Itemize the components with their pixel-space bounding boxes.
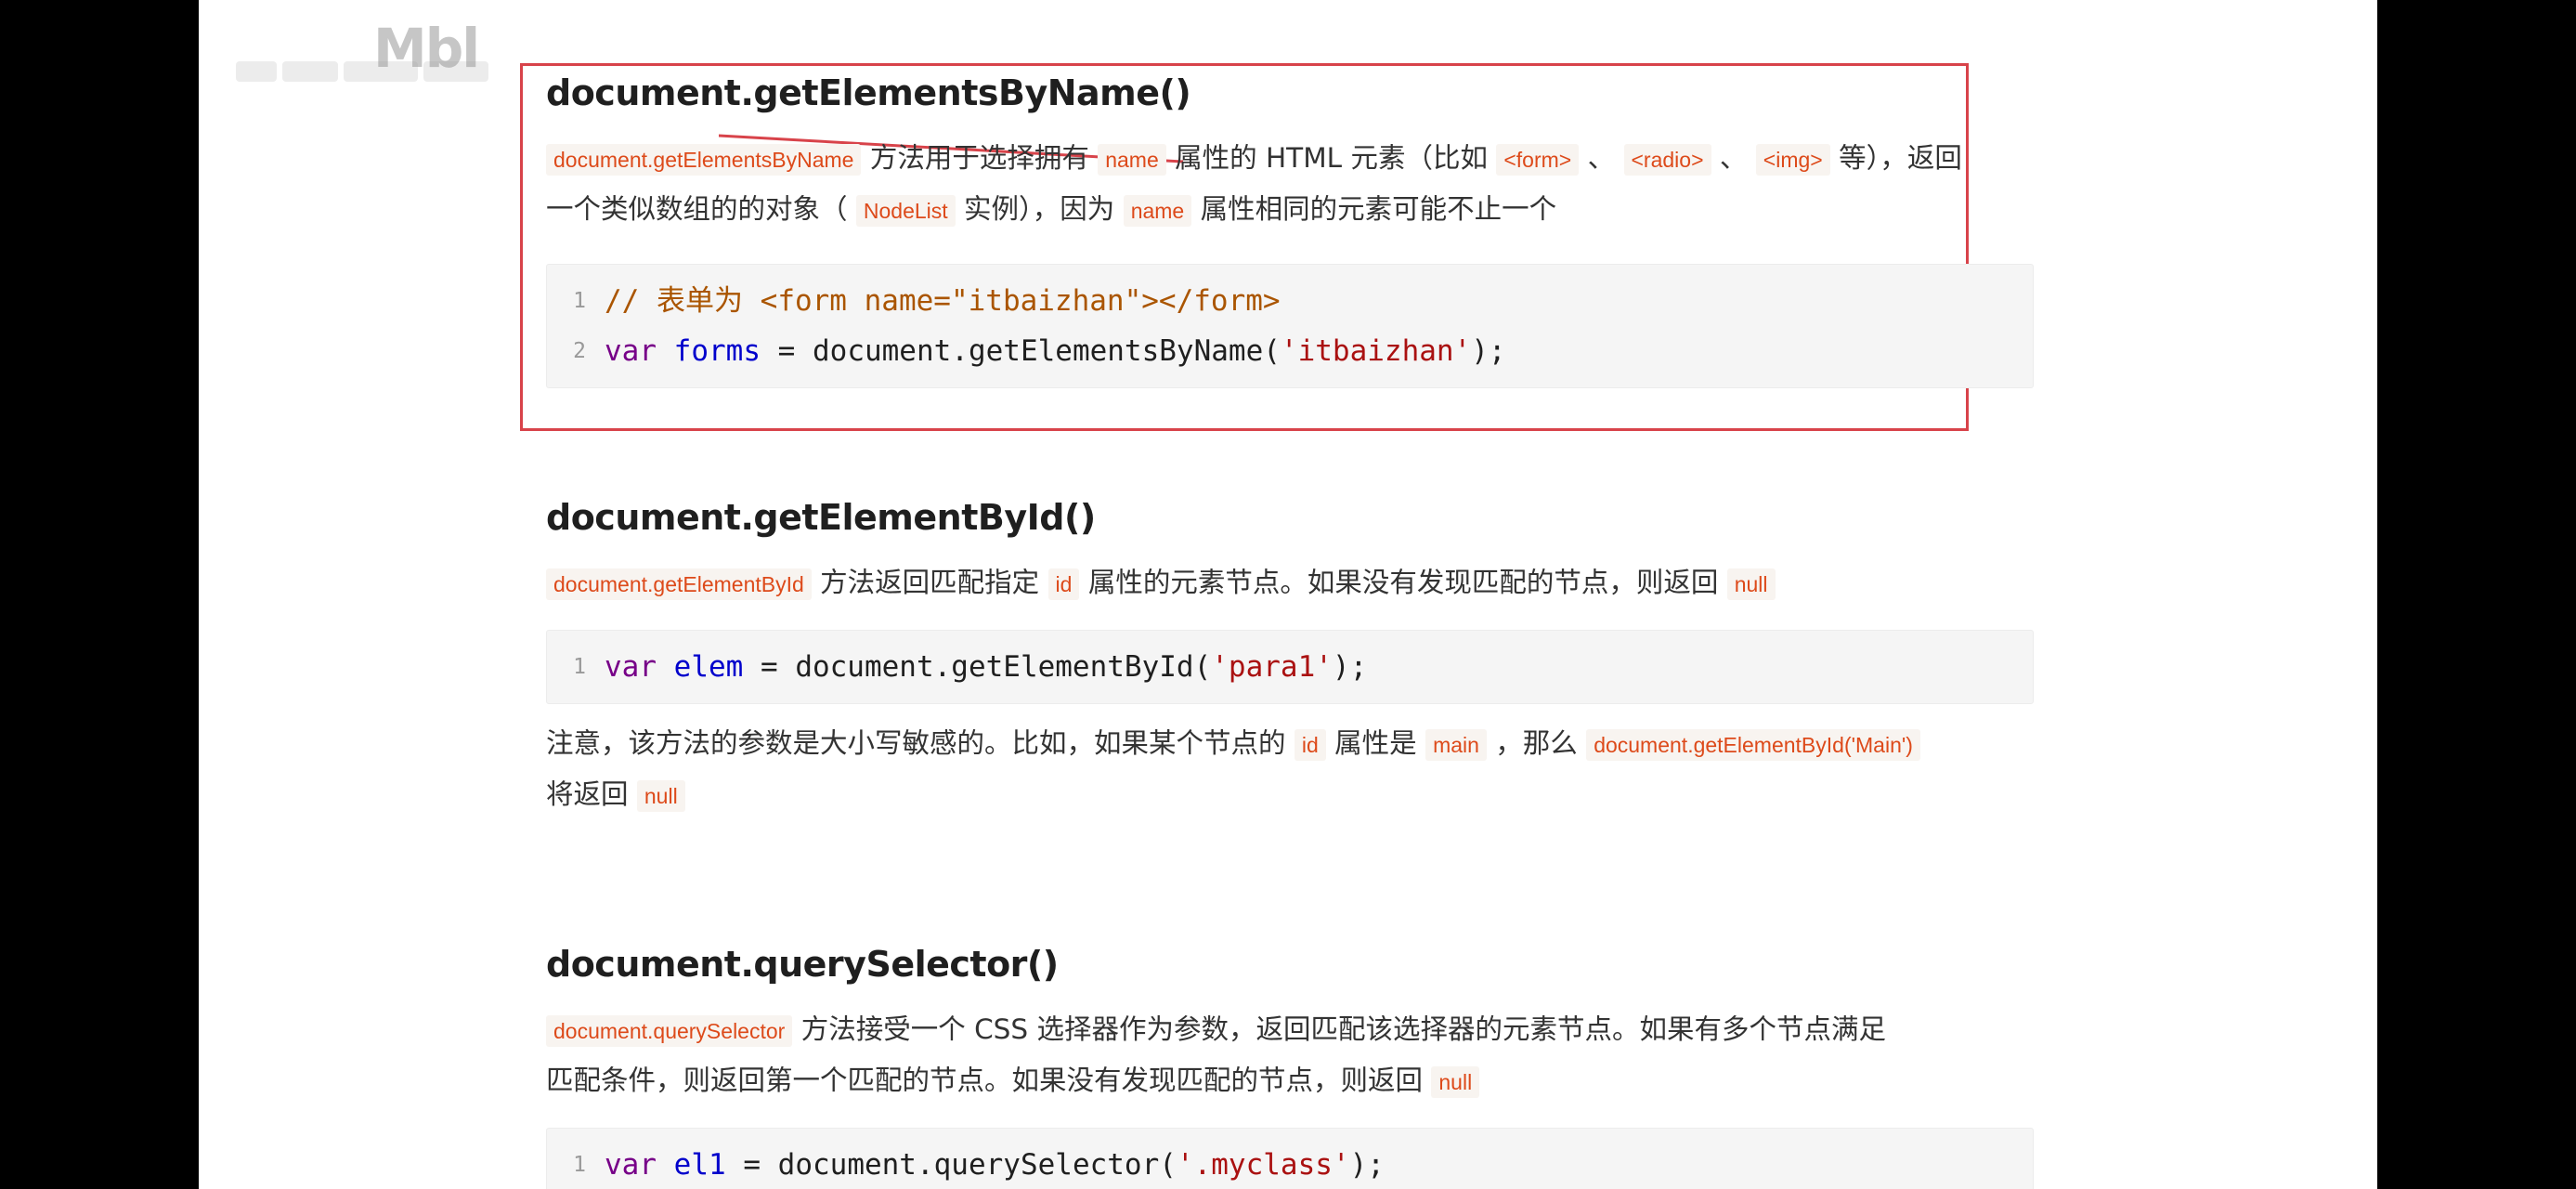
code-text: var forms = document.getElementsByName('… xyxy=(605,326,1506,376)
desc-line: document.querySelector 方法接受一个 CSS 选择器作为参… xyxy=(546,1013,1886,1047)
code-line: 2 var forms = document.getElementsByName(… xyxy=(547,326,2033,376)
code-block: 1 var el1 = document.querySelector('.mycl… xyxy=(546,1128,2034,1189)
section-desc: document.getElementById 方法返回匹配指定 id 属性的元… xyxy=(546,558,2032,609)
code-token: elem xyxy=(673,650,744,684)
code-token: forms xyxy=(673,334,761,368)
inline-code: document.getElementById('Main') xyxy=(1586,729,1920,761)
inline-code: <img> xyxy=(1755,144,1830,176)
code-token: var xyxy=(605,1148,657,1182)
line-number: 1 xyxy=(573,289,586,313)
line-number: 2 xyxy=(573,339,586,363)
inline-code: NodeList xyxy=(855,195,956,227)
desc-line: 匹配条件，则返回第一个匹配的节点。如果没有发现匹配的节点，则返回 null xyxy=(546,1065,1480,1098)
text-run: 、 xyxy=(1579,142,1624,174)
code-token: var xyxy=(605,334,657,368)
text-run: 属性相同的元素可能不止一个 xyxy=(1191,193,1557,225)
code-token: = document.querySelector( xyxy=(725,1148,1177,1182)
inline-code: main xyxy=(1425,729,1487,761)
desc-line: document.getElementsByName 方法用于选择拥有 name… xyxy=(546,142,1962,176)
line-number: 1 xyxy=(573,655,586,679)
inline-code: id xyxy=(1294,729,1326,761)
code-line: 1 var el1 = document.querySelector('.mycl… xyxy=(547,1140,2033,1189)
line-number: 1 xyxy=(573,1153,586,1177)
inline-code: <form> xyxy=(1496,144,1580,176)
section-title: document.querySelector() xyxy=(546,944,1059,985)
code-token: ); xyxy=(1349,1148,1385,1182)
inline-code: document.querySelector xyxy=(546,1015,793,1047)
text-run: 注意，该方法的参数是大小写敏感的。比如，如果某个节点的 xyxy=(546,727,1295,759)
section-getelementsbyname: document.getElementsByName() document.ge… xyxy=(546,72,2034,388)
text-run: 将返回 xyxy=(546,778,637,810)
inline-code: null xyxy=(636,780,685,812)
code-line: 1 // 表单为 <form name="itbaizhan"></form> xyxy=(547,276,2033,326)
code-block: 1 // 表单为 <form name="itbaizhan"></form> 2 v… xyxy=(546,264,2034,388)
code-text: // 表单为 <form name="itbaizhan"></form> xyxy=(605,276,1281,326)
inline-code: document.getElementById xyxy=(546,568,812,600)
text-run: 一个类似数组的的对象（ xyxy=(546,193,856,225)
text-run: 属性的元素节点。如果没有发现匹配的节点，则返回 xyxy=(1079,567,1727,598)
inline-code: name xyxy=(1098,144,1166,176)
inline-code: id xyxy=(1047,568,1080,600)
code-text: var elem = document.getElementById('para… xyxy=(605,642,1367,692)
desc-line: document.getElementById 方法返回匹配指定 id 属性的元… xyxy=(546,567,1776,600)
text-run: 方法用于选择拥有 xyxy=(861,142,1099,174)
section-desc: document.querySelector 方法接受一个 CSS 选择器作为参… xyxy=(546,1005,2032,1107)
text-run: 匹配条件，则返回第一个匹配的节点。如果没有发现匹配的节点，则返回 xyxy=(546,1065,1432,1096)
code-token: var xyxy=(605,650,657,684)
code-token: '.myclass' xyxy=(1176,1148,1350,1182)
code-token: el1 xyxy=(673,1148,726,1182)
inline-code: null xyxy=(1431,1066,1480,1098)
code-text: var el1 = document.querySelector('.mycla… xyxy=(605,1140,1385,1189)
section-title: document.getElementById() xyxy=(546,497,1096,538)
text-run: 实例），因为 xyxy=(955,193,1124,225)
code-token: ); xyxy=(1332,650,1368,684)
text-run: 属性的 HTML 元素（比如 xyxy=(1165,142,1497,174)
code-token: ); xyxy=(1471,334,1506,368)
text-run: 、 xyxy=(1711,142,1756,174)
section-getelementbyid: document.getElementById() document.getEl… xyxy=(546,497,2034,821)
section-note: 注意，该方法的参数是大小写敏感的。比如，如果某个节点的 id 属性是 main … xyxy=(546,719,2032,821)
desc-line: 一个类似数组的的对象（ NodeList 实例），因为 name 属性相同的元素… xyxy=(546,193,1557,227)
code-token: = document.getElementById( xyxy=(743,650,1212,684)
inline-code: null xyxy=(1726,568,1776,600)
code-token: // 表单为 <form name="itbaizhan"></form> xyxy=(605,284,1281,318)
text-run: 方法接受一个 CSS 选择器作为参数，返回匹配该选择器的元素节点。如果有多个节点… xyxy=(792,1013,1886,1045)
section-title: document.getElementsByName() xyxy=(546,72,1191,113)
text-run: ，那么 xyxy=(1486,727,1587,759)
watermark-logo: Mbl xyxy=(373,17,480,80)
code-line: 1 var elem = document.getElementById('par… xyxy=(547,642,2033,692)
document-page: Mbl document.getElementsByName() documen… xyxy=(199,0,2377,1189)
code-lines: 1 var elem = document.getElementById('par… xyxy=(547,631,2033,692)
code-token: 'itbaizhan' xyxy=(1280,334,1472,368)
section-queryselector: document.querySelector() document.queryS… xyxy=(546,944,2034,1189)
code-block: 1 var elem = document.getElementById('par… xyxy=(546,630,2034,704)
code-token: = document.getElementsByName( xyxy=(761,334,1281,368)
code-lines: 1 // 表单为 <form name="itbaizhan"></form> 2 v… xyxy=(547,265,2033,376)
note-line: 注意，该方法的参数是大小写敏感的。比如，如果某个节点的 id 属性是 main … xyxy=(546,727,1920,761)
inline-code: document.getElementsByName xyxy=(546,144,862,176)
code-token: 'para1' xyxy=(1211,650,1333,684)
text-run: 属性是 xyxy=(1325,727,1426,759)
text-run: 方法返回匹配指定 xyxy=(811,567,1048,598)
text-run: 等），返回 xyxy=(1829,142,1962,174)
code-lines: 1 var el1 = document.querySelector('.mycl… xyxy=(547,1129,2033,1189)
inline-code: name xyxy=(1123,195,1192,227)
note-line: 将返回 null xyxy=(546,778,685,812)
inline-code: <radio> xyxy=(1623,144,1711,176)
section-desc: document.getElementsByName 方法用于选择拥有 name… xyxy=(546,134,2032,236)
